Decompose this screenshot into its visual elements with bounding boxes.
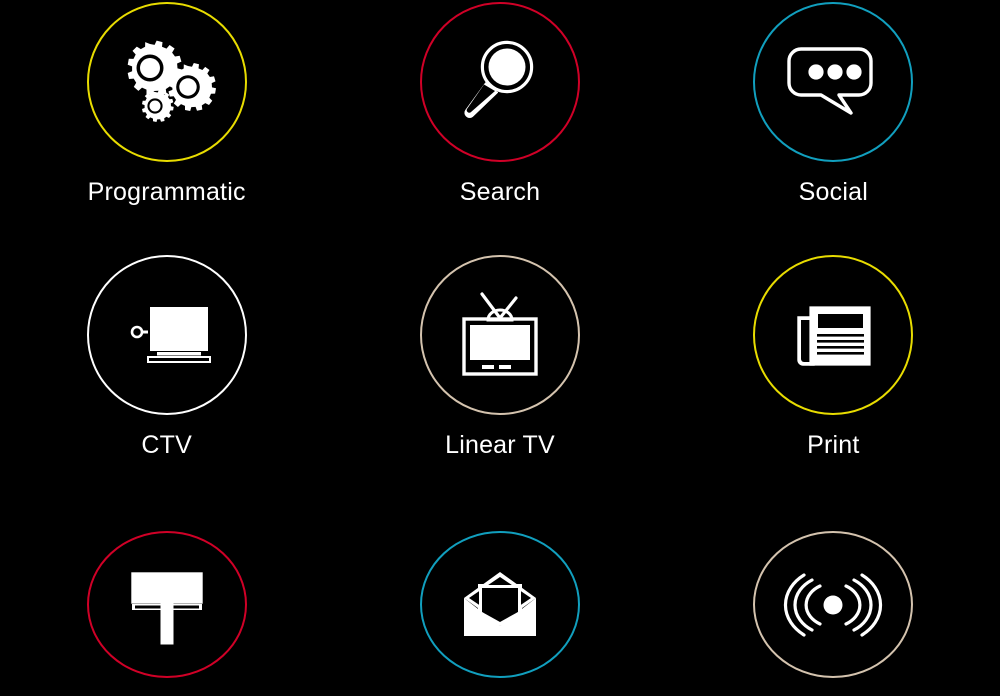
- channel-label-programmatic: Programmatic: [88, 180, 246, 205]
- email-circle[interactable]: [420, 531, 580, 678]
- open-envelope-icon: [450, 555, 550, 655]
- channel-icon-grid: Programmatic: [0, 0, 1000, 696]
- channel-label-social: Social: [799, 180, 868, 205]
- broadcast-waves-icon: [783, 555, 883, 655]
- channel-cell-email[interactable]: [333, 506, 666, 696]
- search-circle[interactable]: [420, 2, 580, 162]
- retro-tv-antenna-icon: [450, 285, 550, 385]
- channel-cell-radio[interactable]: [667, 506, 1000, 696]
- channel-cell-social[interactable]: Social: [667, 0, 1000, 253]
- channel-label-search: Search: [460, 180, 540, 205]
- magnifying-glass-icon: [450, 32, 550, 132]
- channel-cell-programmatic[interactable]: Programmatic: [0, 0, 333, 253]
- channel-cell-ctv[interactable]: CTV: [0, 253, 333, 506]
- radio-circle[interactable]: [753, 531, 913, 678]
- programmatic-circle[interactable]: [87, 2, 247, 162]
- channel-cell-print[interactable]: Print: [667, 253, 1000, 506]
- out-of-home-circle[interactable]: [87, 531, 247, 678]
- ctv-circle[interactable]: [87, 255, 247, 415]
- channel-cell-linear-tv[interactable]: Linear TV: [333, 253, 666, 506]
- flat-screen-tv-icon: [117, 285, 217, 385]
- channel-cell-search[interactable]: Search: [333, 0, 666, 253]
- speech-bubble-icon: [783, 32, 883, 132]
- billboard-icon: [117, 555, 217, 655]
- social-circle[interactable]: [753, 2, 913, 162]
- print-circle[interactable]: [753, 255, 913, 415]
- channel-label-print: Print: [807, 433, 859, 458]
- newspaper-icon: [783, 285, 883, 385]
- channel-label-linear-tv: Linear TV: [445, 433, 555, 458]
- channel-cell-out-of-home[interactable]: [0, 506, 333, 696]
- linear-tv-circle[interactable]: [420, 255, 580, 415]
- channel-label-ctv: CTV: [141, 433, 192, 458]
- gears-icon: [117, 32, 217, 132]
